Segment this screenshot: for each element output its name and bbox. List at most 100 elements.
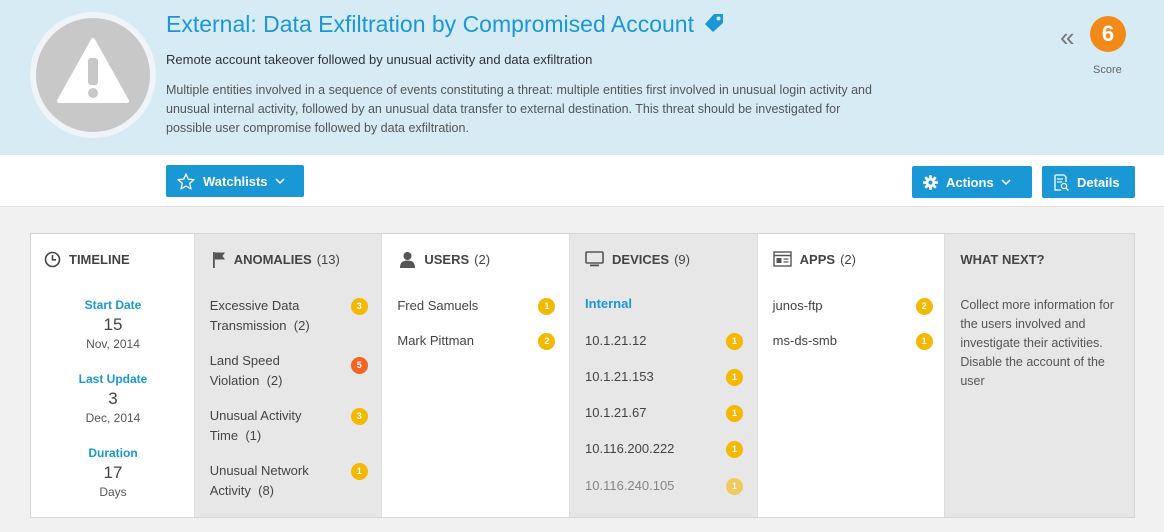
threat-header: External: Data Exfiltration by Compromis… [0,0,1164,155]
anomalies-column: ANOMALIES (13) Excessive Data Transmissi… [194,234,383,517]
threat-description: Multiple entities involved in a sequence… [166,83,872,135]
score-label: Score [1093,64,1122,76]
app-item[interactable]: ms-ds-smb 1 [773,331,933,351]
toolbar: Watchlists Actions Details [0,155,1164,207]
device-score-badge: 1 [726,369,744,386]
watchlists-button[interactable]: Watchlists [166,165,304,197]
anomaly-item[interactable]: Unusual Activity Time (1) 3 [210,406,368,446]
apps-column: APPS (2) junos-ftp 2 ms-ds-smb 1 [757,234,946,517]
apps-title: APPS [799,251,836,267]
duration-unit: Days [99,485,127,499]
timeline-column: TIMELINE Start Date 15 Nov, 2014 Last Up… [31,234,195,517]
what-next-heading: WHAT NEXT? [960,251,1045,267]
document-search-icon [1053,173,1069,191]
score-badge: 6 [1090,16,1126,52]
user-score-badge: 1 [538,298,556,315]
actions-label: Actions [946,174,994,190]
devices-title: DEVICES [612,251,670,267]
alert-badge [30,12,156,138]
users-count: (2) [474,251,491,267]
device-item[interactable]: 10.1.21.153 1 [585,367,744,387]
app-name: ms-ds-smb [772,333,837,348]
last-update-label: Last Update [78,372,148,386]
device-ip: 10.1.21.67 [585,405,647,420]
device-ip: 10.1.21.153 [585,369,654,384]
device-item[interactable]: 10.116.240.105 1 [585,476,744,496]
app-name: junos-ftp [772,298,823,313]
tag-icon[interactable] [704,13,724,38]
app-score-badge: 2 [915,298,933,315]
user-item[interactable]: Fred Samuels 1 [397,296,556,316]
what-next-text: Collect more information for the users i… [960,298,1114,388]
what-next-column: WHAT NEXT? Collect more information for … [945,234,1134,517]
last-update-day: 3 [108,389,118,408]
device-item[interactable]: 10.1.21.67 1 [585,403,744,423]
threat-subtitle: Remote account takeover followed by unus… [166,52,593,67]
threat-summary-panel: TIMELINE Start Date 15 Nov, 2014 Last Up… [30,233,1135,518]
anomaly-count: (8) [258,483,274,498]
anomaly-item[interactable]: Unusual Network Activity (8) 1 [210,461,368,501]
users-column: USERS (2) Fred Samuels 1 Mark Pittman 2 [382,234,571,517]
anomaly-score-badge: 1 [350,463,368,480]
devices-count: (9) [674,251,690,267]
anomaly-score-badge: 3 [350,408,368,425]
anomalies-heading: ANOMALIES (13) [212,249,340,269]
device-score-badge: 1 [726,478,744,495]
chevron-down-icon [1001,179,1011,185]
timeline-title: TIMELINE [69,251,130,267]
details-button[interactable]: Details [1042,166,1135,198]
anomaly-count: (2) [266,373,283,388]
user-icon [399,251,416,268]
last-update: Last Update 3 Dec, 2014 [31,372,195,425]
apps-heading: APPS (2) [772,249,856,269]
anomaly-text: Unusual Network Activity (8) [210,461,328,501]
anomaly-item[interactable]: Land Speed Violation (2) 5 [210,351,368,391]
device-score-badge: 1 [726,405,744,422]
users-title: USERS [424,251,470,267]
devices-column: DEVICES (9) Internal 10.1.21.12 1 10.1.2… [570,234,758,517]
app-window-icon [772,251,792,267]
start-date-label: Start Date [84,298,142,312]
device-item[interactable]: 10.1.21.12 1 [585,331,744,351]
duration: Duration 17 Days [31,446,195,499]
device-ip: 10.116.200.222 [585,441,675,456]
chevron-down-icon [275,178,285,184]
gear-icon [923,174,938,190]
actions-button[interactable]: Actions [912,166,1032,198]
anomaly-count: (1) [245,428,262,443]
star-icon [177,172,195,190]
device-score-badge: 1 [726,333,744,350]
last-update-month: Dec, 2014 [85,411,141,425]
user-name: Fred Samuels [397,298,479,313]
title-row: External: Data Exfiltration by Compromis… [166,11,724,38]
device-item[interactable]: 10.116.200.222 1 [585,439,744,459]
user-score-badge: 2 [538,333,556,350]
anomaly-text: Excessive Data Transmission (2) [210,296,328,336]
users-heading: USERS (2) [399,249,490,269]
double-chevron-left-icon[interactable]: « [1060,22,1074,53]
anomaly-text: Land Speed Violation (2) [210,351,310,391]
timeline-heading: TIMELINE [44,249,130,269]
watchlists-label: Watchlists [203,173,268,189]
flag-icon [212,251,226,268]
devices-heading: DEVICES (9) [585,249,690,269]
duration-label: Duration [88,446,138,460]
monitor-icon [585,251,604,267]
threat-title: External: Data Exfiltration by Compromis… [166,11,694,37]
anomalies-count: (13) [316,251,340,267]
start-date: Start Date 15 Nov, 2014 [31,298,195,351]
device-score-badge: 1 [726,441,744,458]
apps-count: (2) [840,251,856,267]
duration-value: 17 [103,463,123,482]
details-label: Details [1077,174,1120,190]
user-item[interactable]: Mark Pittman 2 [397,331,556,351]
app-item[interactable]: junos-ftp 2 [773,296,933,316]
anomalies-title: ANOMALIES [233,251,312,267]
device-ip: 10.116.240.105 [585,478,675,493]
device-ip: 10.1.21.12 [585,333,647,348]
anomaly-item[interactable]: Excessive Data Transmission (2) 3 [210,296,368,336]
anomaly-score-badge: 5 [350,357,368,374]
warning-triangle-icon [57,38,129,103]
start-date-month: Nov, 2014 [86,337,140,351]
clock-icon [44,251,61,268]
